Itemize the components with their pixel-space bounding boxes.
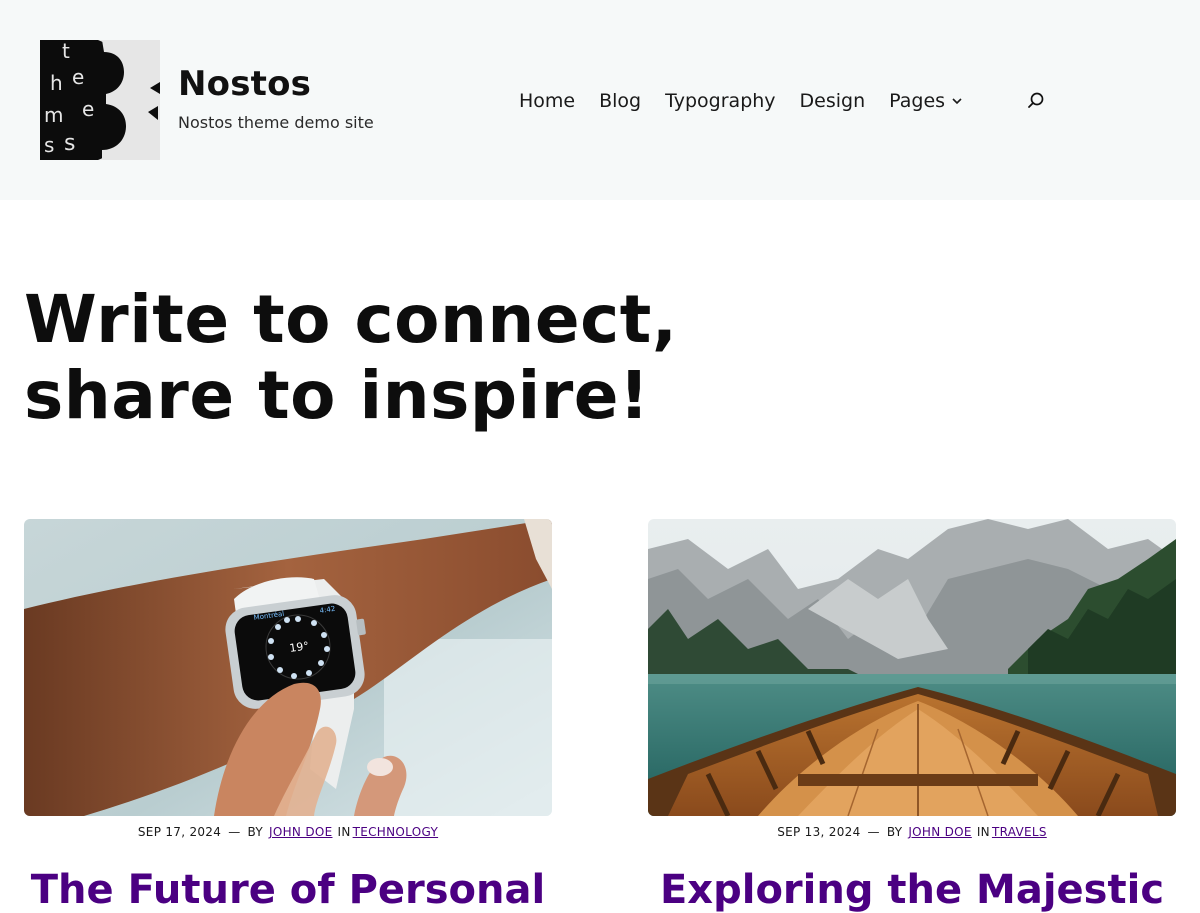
logo-letter: m [44,103,63,127]
nav-item-label: Design [799,90,866,112]
nav-item-label: Home [519,90,576,112]
nav-item-typography[interactable]: Typography [665,90,775,112]
logo-letter: s [44,133,54,157]
boat-lake-photo [648,519,1176,816]
post-meta: SEP 13, 2024 — BY JOHN DOE IN TRAVELS [648,825,1176,839]
post-author-link[interactable]: JOHN DOE [908,825,971,839]
nav-item-home[interactable]: Home [519,90,575,112]
nav-item-pages[interactable]: Pages [889,90,963,112]
post-title[interactable]: Exploring the Majestic [648,867,1176,913]
logo-letter: e [72,65,84,89]
post-featured-image[interactable] [648,519,1176,816]
post-card: SEP 13, 2024 — BY JOHN DOE IN TRAVELS Explori… [648,519,1176,913]
nav-item-design[interactable]: Design [800,90,866,112]
chevron-down-icon[interactable] [951,95,963,107]
site-tagline: Nostos theme demo site [178,113,374,132]
search-icon [1028,92,1044,108]
watch-temp: 19° [289,639,310,655]
category-label: IN [337,825,351,839]
main-navigation: Home Blog Typography Design Pages [519,88,963,114]
post-featured-image[interactable]: Montréal 4:42 19° [24,519,552,816]
post-author-link[interactable]: JOHN DOE [269,825,332,839]
meta-separator: — [867,825,880,839]
search-button[interactable] [1026,91,1046,111]
logo-letter: s [64,131,75,156]
nav-item-label: Pages [889,90,946,112]
nav-item-label: Typography [665,90,776,112]
post-category-link[interactable]: TECHNOLOGY [353,825,438,839]
nav-item-label: Blog [599,90,642,112]
post-category-link[interactable]: TRAVELS [992,825,1047,839]
site-logo[interactable]: t h e m e s s [40,40,160,160]
post-date: SEP 13, 2024 [777,825,861,839]
post-meta: SEP 17, 2024 — BY JOHN DOE IN TECHNOLOGY [24,825,552,839]
logo-letter: h [50,71,63,95]
post-title[interactable]: The Future of Personal [24,867,552,913]
site-header: t h e m e s s Nostos Nostos theme demo s… [0,0,1200,200]
site-title[interactable]: Nostos [178,64,311,104]
themes3-logo-icon: t h e m e s s [40,40,160,160]
hero-title: Write to connect, share to inspire! [24,281,678,434]
byline-label: BY [886,825,903,839]
category-label: IN [976,825,990,839]
logo-letter: e [82,97,94,121]
post-card: Montréal 4:42 19° SEP 17, 2024 — BY JOHN DO… [24,519,552,913]
post-date: SEP 17, 2024 [137,825,222,839]
nav-item-blog[interactable]: Blog [599,90,641,112]
smartwatch-photo: Montréal 4:42 19° [24,519,552,816]
byline-label: BY [247,825,264,839]
meta-separator: — [228,825,241,839]
logo-letter: t [62,40,70,63]
